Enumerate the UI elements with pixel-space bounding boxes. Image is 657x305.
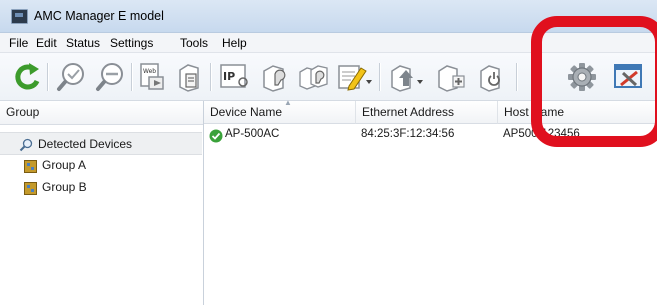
tree-item-group-a[interactable]: Group A	[0, 154, 202, 176]
group-pane: Group Detected Devices Group A Group B	[0, 101, 204, 305]
device-list: ▲ Device Name Ethernet Address Host Name…	[204, 98, 657, 305]
tree-item-detected-devices[interactable]: Detected Devices	[0, 132, 202, 155]
add-device-icon[interactable]	[434, 60, 468, 94]
tree-item-group-b[interactable]: Group B	[0, 176, 202, 198]
group-icon	[24, 180, 37, 202]
window-title: AMC Manager E model	[34, 9, 164, 23]
menu-file[interactable]: File	[9, 36, 28, 50]
svg-text:Web: Web	[143, 68, 156, 75]
tree-item-label: Group A	[42, 158, 87, 172]
device-name-cell: AP-500AC	[225, 128, 280, 140]
ip-settings-icon[interactable]: IP	[217, 60, 251, 94]
menu-edit[interactable]: Edit	[36, 36, 57, 50]
tree-item-label: Group B	[42, 180, 87, 194]
host-name-cell: AP500-123456	[503, 128, 580, 140]
search-clear-icon[interactable]	[95, 60, 125, 94]
menu-bar: File Edit Status Settings Tools Help	[0, 33, 657, 53]
search-device-icon[interactable]	[56, 60, 86, 94]
svg-text:IP: IP	[223, 70, 235, 83]
settings-gear-icon[interactable]	[565, 60, 599, 94]
column-label: Ethernet Address	[362, 105, 455, 119]
group-header: Group	[0, 101, 203, 125]
column-host-name[interactable]: Host Name	[498, 101, 657, 124]
sort-ascending-icon: ▲	[284, 98, 292, 107]
refresh-icon[interactable]	[14, 60, 42, 94]
menu-settings[interactable]: Settings	[110, 36, 153, 50]
device-info-icon[interactable]	[174, 60, 204, 94]
firmware-update-icon[interactable]	[387, 60, 427, 94]
title-bar: AMC Manager E model	[0, 0, 657, 33]
group-header-label: Group	[6, 105, 40, 119]
menu-status[interactable]: Status	[66, 36, 100, 50]
web-config-icon[interactable]: Web	[137, 60, 167, 94]
app-window: AMC Manager E model File Edit Status Set…	[0, 0, 657, 305]
group-settings-icon[interactable]	[297, 60, 331, 94]
ethernet-address-cell: 84:25:3F:12:34:56	[361, 128, 455, 140]
column-label: Host Name	[504, 105, 565, 119]
tools-icon[interactable]	[612, 60, 646, 94]
column-device-name[interactable]: ▲ Device Name	[204, 98, 356, 124]
edit-icon[interactable]	[335, 60, 375, 94]
status-ok-icon	[209, 129, 223, 146]
toolbar: Web IP	[0, 53, 657, 101]
column-ethernet-address[interactable]: Ethernet Address	[356, 101, 498, 124]
app-icon	[11, 9, 28, 24]
main-content: Group Detected Devices Group A Group B ▲…	[0, 98, 657, 305]
restart-device-icon[interactable]	[476, 60, 510, 94]
tree-item-label: Detected Devices	[38, 137, 133, 151]
device-settings-icon[interactable]	[258, 60, 292, 94]
column-label: Device Name	[210, 105, 283, 119]
table-row[interactable]: AP-500AC 84:25:3F:12:34:56 AP500-123456	[204, 125, 657, 145]
menu-help[interactable]: Help	[222, 36, 247, 50]
menu-tools[interactable]: Tools	[180, 36, 208, 50]
